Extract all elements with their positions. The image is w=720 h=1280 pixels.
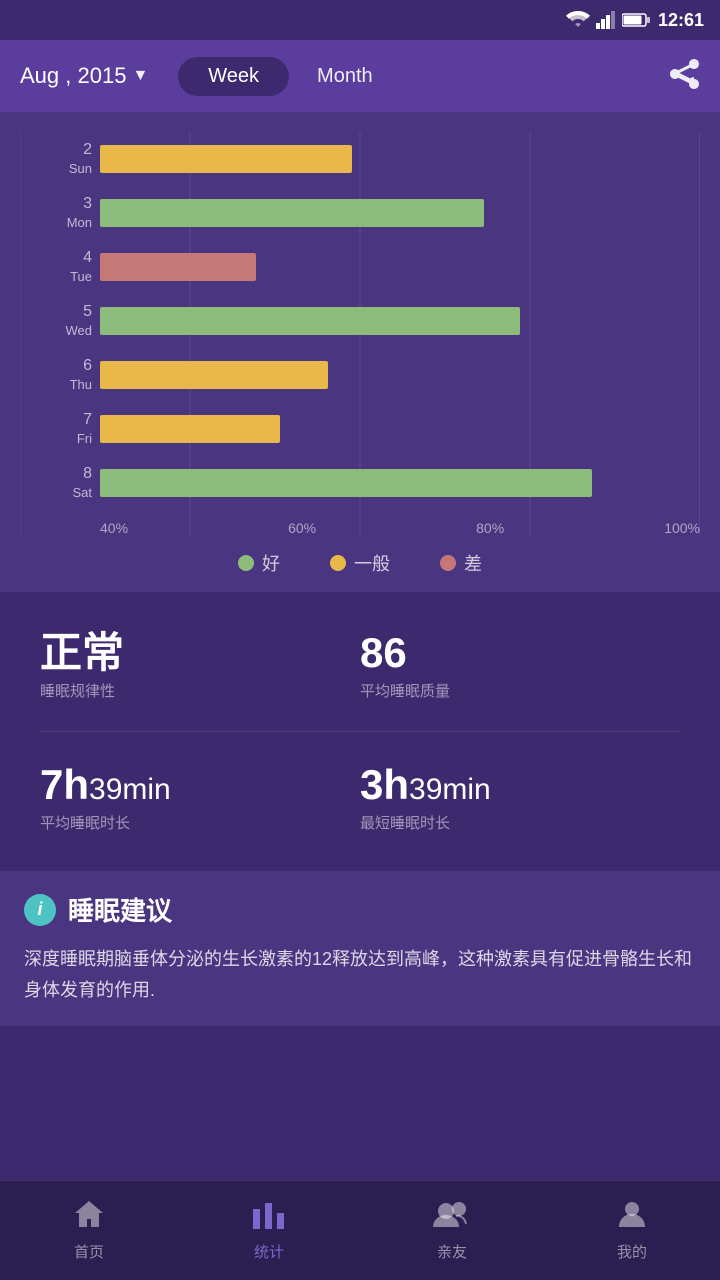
stat-min-duration: 3h39min 最短睡眠时长 (360, 762, 680, 833)
bar (100, 307, 520, 335)
bar-track (100, 145, 700, 173)
axis-label: 80% (476, 520, 504, 536)
stat-avg-duration: 7h39min 平均睡眠时长 (40, 762, 360, 833)
stat-min-duration-label: 最短睡眠时长 (360, 812, 680, 833)
chart-row: 2 Sun (100, 132, 700, 186)
bar-track (100, 469, 700, 497)
info-icon: i (24, 894, 56, 926)
legend-label-good: 好 (262, 550, 280, 576)
nav-item-profile[interactable]: 我的 (617, 1199, 647, 1262)
stat-quality: 86 平均睡眠质量 (360, 630, 680, 701)
nav-item-stats[interactable]: 统计 (251, 1199, 287, 1262)
legend-dot-orange (330, 555, 346, 571)
row-label: 2 Sun (20, 140, 92, 178)
axis-label: 60% (288, 520, 316, 536)
status-icons (566, 11, 650, 29)
chart-row: 8 Sat (100, 456, 700, 510)
bar-track (100, 415, 700, 443)
nav-item-home[interactable]: 首页 (73, 1199, 105, 1262)
home-icon (73, 1199, 105, 1235)
battery-icon (622, 12, 650, 28)
advice-header: i 睡眠建议 (24, 891, 696, 928)
bar (100, 415, 280, 443)
advice-text: 深度睡眠期脑垂体分泌的生长激素的12释放达到高峰，这种激素具有促进骨骼生长和身体… (24, 944, 696, 1005)
bar (100, 145, 352, 173)
bar (100, 361, 328, 389)
row-label: 4 Tue (20, 248, 92, 286)
chart-row: 7 Fri (100, 402, 700, 456)
stat-min-duration-value: 3h39min (360, 762, 680, 808)
wifi-icon (566, 11, 590, 29)
legend-label-normal: 一般 (354, 550, 390, 576)
date-label: Aug , 2015 (20, 63, 126, 89)
friends-icon (433, 1199, 471, 1235)
bar (100, 469, 592, 497)
bar (100, 253, 256, 281)
nav-label-home: 首页 (74, 1241, 104, 1262)
stat-regularity-label: 睡眠规律性 (40, 680, 360, 701)
row-label: 7 Fri (20, 410, 92, 448)
legend-item-normal: 一般 (330, 550, 390, 576)
chart-axis: 40% 60% 80% 100% (100, 520, 700, 536)
bar-track (100, 361, 700, 389)
row-label: 6 Thu (20, 356, 92, 394)
chart-rows: 2 Sun 3 Mon 4 (100, 132, 700, 510)
row-label: 3 Mon (20, 194, 92, 232)
chart-container: 2 Sun 3 Mon 4 (20, 132, 700, 536)
axis-label: 100% (664, 520, 700, 536)
stat-quality-label: 平均睡眠质量 (360, 680, 680, 701)
advice-title: 睡眠建议 (68, 891, 172, 928)
stats-grid: 正常 睡眠规律性 86 平均睡眠质量 7h39min 平均睡眠时长 3h39mi… (40, 630, 680, 833)
status-time: 12:61 (658, 10, 704, 31)
status-bar: 12:61 (0, 0, 720, 40)
date-selector[interactable]: Aug , 2015 ▼ (20, 63, 148, 89)
legend-dot-red (440, 555, 456, 571)
tab-month[interactable]: Month (289, 57, 401, 96)
chart-row: 4 Tue (100, 240, 700, 294)
row-label: 8 Sat (20, 464, 92, 502)
legend-item-bad: 差 (440, 550, 482, 576)
chart-row: 3 Mon (100, 186, 700, 240)
legend-item-good: 好 (238, 550, 280, 576)
bottom-nav: 首页 统计 亲友 (0, 1180, 720, 1280)
bar (100, 199, 484, 227)
bar-track (100, 199, 700, 227)
nav-label-friends: 亲友 (437, 1241, 467, 1262)
stats-icon (251, 1199, 287, 1235)
nav-item-friends[interactable]: 亲友 (433, 1199, 471, 1262)
stat-regularity: 正常 睡眠规律性 (40, 630, 360, 701)
row-label: 5 Wed (20, 302, 92, 340)
chart-section: 2 Sun 3 Mon 4 (0, 112, 720, 592)
tab-week[interactable]: Week (178, 57, 289, 96)
stats-divider (40, 731, 680, 732)
chart-legend: 好 一般 差 (20, 550, 700, 576)
header: Aug , 2015 ▼ Week Month (0, 40, 720, 112)
nav-label-profile: 我的 (617, 1241, 647, 1262)
bar-track (100, 307, 700, 335)
legend-dot-green (238, 555, 254, 571)
bar-track (100, 253, 700, 281)
tab-group: Week Month (178, 57, 400, 96)
share-button[interactable] (668, 57, 700, 96)
chart-row: 6 Thu (100, 348, 700, 402)
legend-label-bad: 差 (464, 550, 482, 576)
nav-label-stats: 统计 (254, 1241, 284, 1262)
signal-icon (596, 11, 616, 29)
profile-icon (617, 1199, 647, 1235)
stats-section: 正常 睡眠规律性 86 平均睡眠质量 7h39min 平均睡眠时长 3h39mi… (0, 600, 720, 863)
advice-section: i 睡眠建议 深度睡眠期脑垂体分泌的生长激素的12释放达到高峰，这种激素具有促进… (0, 871, 720, 1025)
stat-avg-duration-label: 平均睡眠时长 (40, 812, 360, 833)
stat-quality-value: 86 (360, 630, 680, 676)
chart-row: 5 Wed (100, 294, 700, 348)
date-arrow-icon: ▼ (132, 67, 148, 85)
axis-label: 40% (100, 520, 128, 536)
stat-regularity-value: 正常 (40, 630, 360, 676)
stat-avg-duration-value: 7h39min (40, 762, 360, 808)
